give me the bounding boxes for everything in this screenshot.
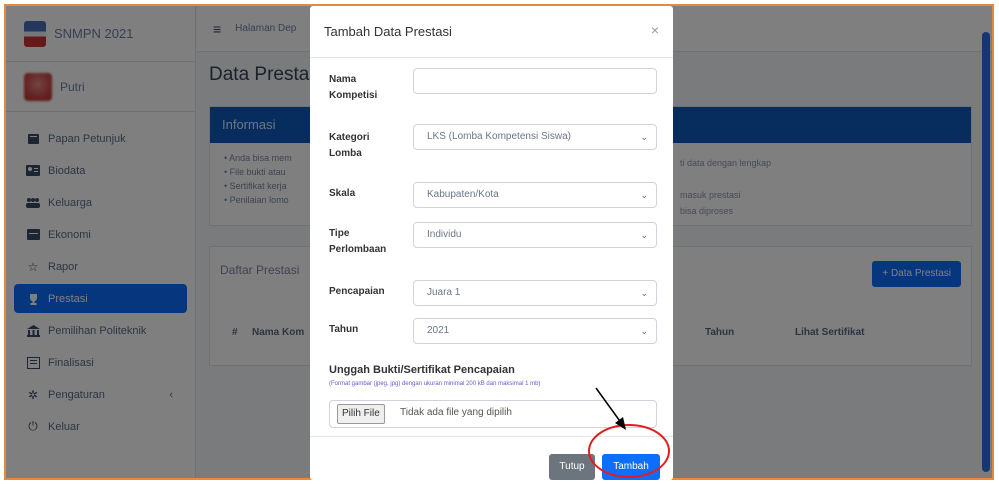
pointer-arrow-icon bbox=[595, 387, 626, 430]
